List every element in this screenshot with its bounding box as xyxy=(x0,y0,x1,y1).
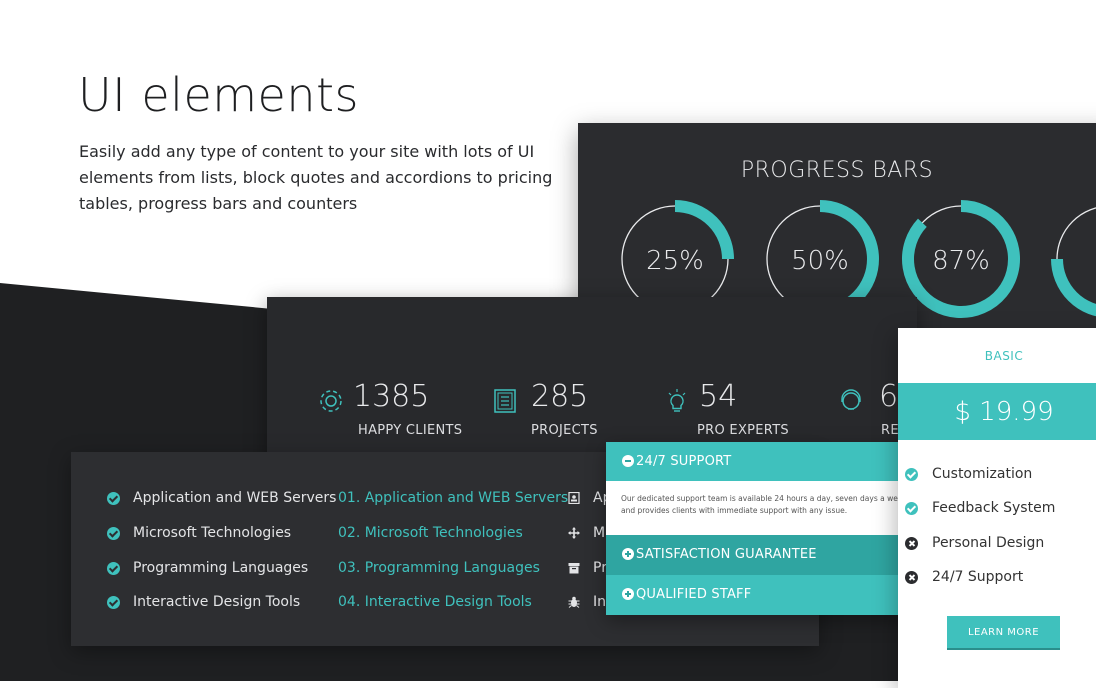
ordered-list-item: 04. Interactive Design Tools xyxy=(338,594,532,610)
document-icon xyxy=(494,389,516,413)
counter-label: PROJECTS xyxy=(531,423,598,438)
lightbulb-icon xyxy=(668,389,686,412)
price-band: $ 19.99 xyxy=(898,383,1096,440)
list-item-text: Pr xyxy=(593,560,607,576)
list-item-text: Interactive Design Tools xyxy=(133,594,301,610)
counter-label: HAPPY CLIENTS xyxy=(358,423,463,438)
accordion-title: 24/7 SUPPORT xyxy=(636,454,732,469)
accordion-title: SATISFACTION GUARANTEE xyxy=(636,547,817,562)
accordion-header-satisfaction-guarantee[interactable]: SATISFACTION GUARANTEE xyxy=(606,535,931,575)
counter-number: 285 xyxy=(531,379,589,414)
check-circle-icon xyxy=(107,492,120,505)
feature-text: Customization xyxy=(932,466,1033,482)
feature-text: 24/7 Support xyxy=(932,569,1024,585)
bug-icon xyxy=(568,596,580,608)
contact-card-icon xyxy=(568,492,580,504)
page-title: UI elements xyxy=(78,68,360,122)
accordion-header-24-7-support[interactable]: 24/7 SUPPORT xyxy=(606,442,931,481)
plan-price: $ 19.99 xyxy=(954,397,1054,427)
accordion-title: QUALIFIED STAFF xyxy=(636,587,752,602)
counter-number: 6 xyxy=(879,379,899,414)
progress-arc xyxy=(1051,258,1096,317)
list-item-text: Programming Languages xyxy=(133,560,309,576)
pricing-card: BASIC $ 19.99 Customization Feedback Sys… xyxy=(898,328,1096,688)
feature-item: Customization xyxy=(905,466,1033,482)
page-description: Easily add any type of content to your s… xyxy=(79,142,553,213)
support-headset-icon xyxy=(841,389,861,410)
move-arrows-icon xyxy=(568,527,580,539)
archive-icon xyxy=(568,563,580,574)
counter-label: PRO EXPERTS xyxy=(697,423,789,438)
feature-item: Feedback System xyxy=(905,500,1056,516)
check-circle-icon xyxy=(107,596,120,609)
x-circle-icon xyxy=(905,537,918,550)
counter-number: 54 xyxy=(699,379,738,414)
ordered-list-item: 01. Application and WEB Servers xyxy=(338,490,569,506)
check-circle-icon xyxy=(107,562,120,575)
ordered-list-item: 03. Programming Languages xyxy=(338,560,540,576)
counter-number: 1385 xyxy=(353,379,430,414)
counter-label: RE xyxy=(881,423,899,438)
feature-item: Personal Design xyxy=(905,535,1045,551)
check-circle-icon xyxy=(905,502,918,515)
accordion-header-qualified-staff[interactable]: QUALIFIED STAFF xyxy=(606,575,931,615)
check-circle-icon xyxy=(905,468,918,481)
progress-label: 50% xyxy=(791,246,849,276)
feature-text: Feedback System xyxy=(932,500,1056,516)
progress-label: 87% xyxy=(932,246,990,276)
list-item-text: Application and WEB Servers xyxy=(133,490,337,506)
feature-text: Personal Design xyxy=(932,535,1045,551)
feature-item: 24/7 Support xyxy=(905,569,1024,585)
list-item-text: Microsoft Technologies xyxy=(133,525,292,541)
learn-more-button[interactable]: LEARN MORE xyxy=(947,616,1060,650)
check-circle-icon xyxy=(107,527,120,540)
accordion-panel-text: Our dedicated support team is available … xyxy=(621,494,907,515)
plus-circle-icon xyxy=(622,588,634,600)
plan-name: BASIC xyxy=(984,349,1024,363)
minus-circle-icon xyxy=(622,455,634,467)
progress-label: 25% xyxy=(646,246,704,276)
ordered-list-item: 02. Microsoft Technologies xyxy=(338,525,523,541)
x-circle-icon xyxy=(905,571,918,584)
accordion: 24/7 SUPPORT Our dedicated support team … xyxy=(606,442,931,615)
plus-circle-icon xyxy=(622,548,634,560)
gear-icon xyxy=(320,390,342,412)
